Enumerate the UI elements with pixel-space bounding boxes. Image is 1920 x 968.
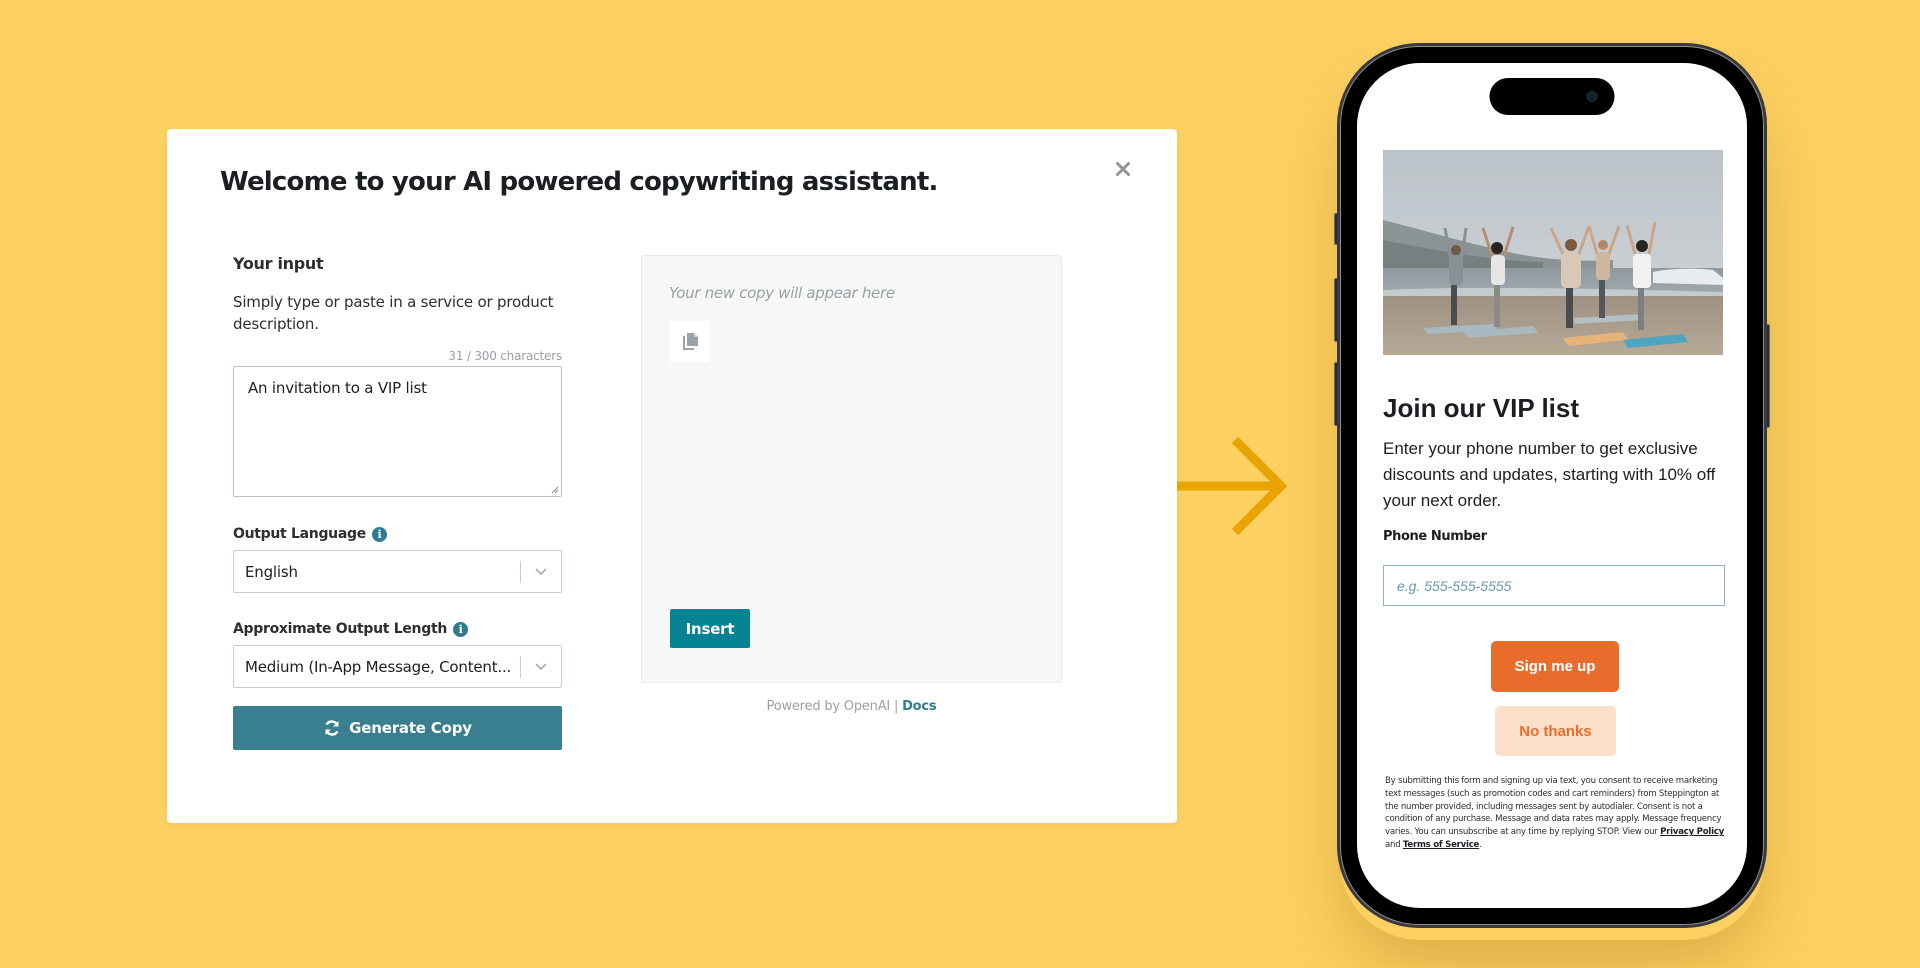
your-input-heading: Your input — [233, 254, 324, 273]
no-thanks-button[interactable]: No thanks — [1495, 706, 1616, 756]
copy-icon — [682, 332, 698, 350]
close-button[interactable] — [1111, 157, 1135, 181]
output-length-value: Medium (In-App Message, Content... — [245, 657, 512, 676]
output-length-label-text: Approximate Output Length — [233, 621, 448, 637]
input-description: Simply type or paste in a service or pro… — [233, 293, 554, 333]
input-column: Your input Simply type or paste in a ser… — [233, 254, 562, 750]
dynamic-island — [1489, 78, 1615, 115]
phone-number-placeholder: e.g. 555-555-5555 — [1397, 577, 1512, 594]
output-placeholder: Your new copy will appear here — [669, 284, 895, 302]
phone-number-label: Phone Number — [1383, 529, 1487, 544]
phone-mockup: Join our VIP list Enter your phone numbe… — [1337, 43, 1767, 928]
output-panel: Your new copy will appear here Insert — [641, 255, 1062, 683]
insert-button[interactable]: Insert — [670, 609, 750, 648]
copywriting-assistant-modal: Welcome to your AI powered copywriting a… — [167, 129, 1177, 823]
close-icon — [1116, 162, 1130, 176]
info-icon[interactable]: i — [371, 526, 387, 542]
vip-description: Enter your phone number to get exclusive… — [1383, 439, 1716, 510]
output-length-select[interactable]: Medium (In-App Message, Content... — [233, 645, 562, 688]
legal-disclaimer: By submitting this form and signing up v… — [1385, 775, 1727, 852]
modal-title: Welcome to your AI powered copywriting a… — [220, 167, 938, 197]
output-language-select[interactable]: English — [233, 550, 562, 593]
output-length-label: Approximate Output Length i — [233, 621, 562, 637]
terms-of-service-link[interactable]: Terms of Service — [1403, 840, 1479, 850]
yoga-beach-image — [1383, 150, 1723, 355]
powered-by-text: Powered by OpenAI | — [766, 699, 903, 714]
chevron-down-icon[interactable] — [521, 567, 561, 576]
docs-link[interactable]: Docs — [902, 699, 937, 714]
output-language-value: English — [245, 562, 298, 581]
legal-and: and — [1385, 839, 1403, 850]
textarea-value: An invitation to a VIP list — [248, 379, 427, 397]
output-language-label-text: Output Language — [233, 526, 366, 542]
refresh-icon — [325, 720, 339, 736]
description-textarea[interactable]: An invitation to a VIP list — [233, 366, 562, 497]
resize-handle-icon[interactable] — [551, 486, 559, 494]
sign-me-up-button[interactable]: Sign me up — [1491, 641, 1619, 692]
privacy-policy-link[interactable]: Privacy Policy — [1660, 827, 1724, 837]
generate-copy-button[interactable]: Generate Copy — [233, 706, 562, 750]
copy-button[interactable] — [669, 321, 710, 362]
legal-end: . — [1479, 839, 1482, 850]
generate-copy-label: Generate Copy — [349, 719, 472, 737]
camera-icon — [1586, 91, 1598, 102]
arrow-right-icon — [1177, 436, 1288, 536]
info-icon[interactable]: i — [453, 621, 469, 637]
phone-number-input[interactable]: e.g. 555-555-5555 — [1383, 565, 1725, 606]
chevron-down-icon[interactable] — [521, 662, 561, 671]
output-language-label: Output Language i — [233, 526, 562, 542]
powered-by-footer: Powered by OpenAI | Docs — [641, 699, 1062, 714]
vip-heading: Join our VIP list — [1383, 393, 1580, 423]
phone-bezel: Join our VIP list Enter your phone numbe… — [1340, 46, 1764, 925]
character-count: 31 / 300 characters — [448, 349, 562, 363]
phone-screen: Join our VIP list Enter your phone numbe… — [1357, 63, 1747, 908]
